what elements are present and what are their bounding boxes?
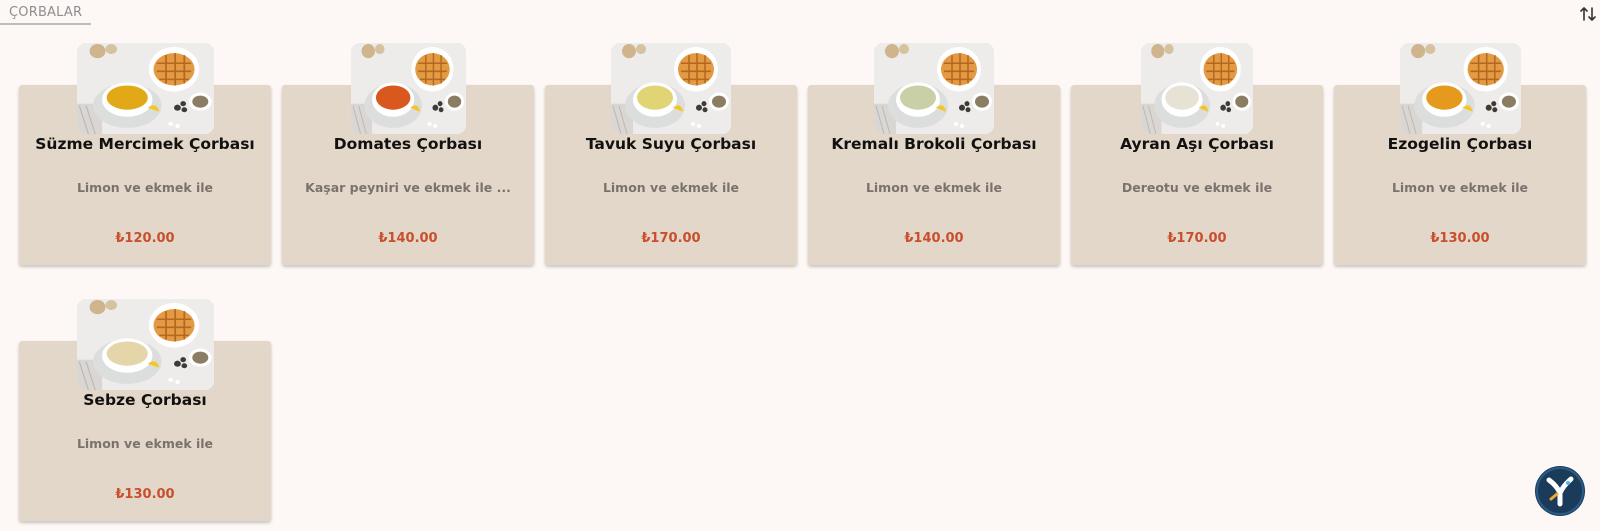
product-image [611,43,731,134]
product-card[interactable]: Sebze Çorbası Limon ve ekmek ile ₺130.00 [19,299,271,522]
product-card[interactable]: Süzme Mercimek Çorbası Limon ve ekmek il… [19,43,271,266]
product-price: ₺170.00 [641,231,701,246]
app-logo-button[interactable] [1535,466,1585,516]
product-image [351,43,466,134]
product-description: Limon ve ekmek ile [1391,180,1529,195]
product-price: ₺170.00 [1167,231,1227,246]
product-description: Dereotu ve ekmek ile [1121,180,1273,195]
product-price: ₺120.00 [115,231,175,246]
product-card[interactable]: Ayran Aşı Çorbası Dereotu ve ekmek ile ₺… [1071,43,1323,266]
product-price: ₺130.00 [1430,231,1490,246]
product-grid: Süzme Mercimek Çorbası Limon ve ekmek il… [0,0,1600,531]
product-name: Süzme Mercimek Çorbası [35,135,255,153]
product-price: ₺130.00 [115,487,175,502]
product-price: ₺140.00 [378,231,438,246]
app-logo-icon [1536,467,1584,515]
product-name: Tavuk Suyu Çorbası [585,135,757,153]
product-card[interactable]: Ezogelin Çorbası Limon ve ekmek ile ₺130… [1334,43,1586,266]
product-card[interactable]: Kremalı Brokoli Çorbası Limon ve ekmek i… [808,43,1060,266]
product-name: Domates Çorbası [333,135,483,153]
product-card[interactable]: Domates Çorbası Kaşar peyniri ve ekmek i… [282,43,534,266]
product-description: Limon ve ekmek ile [76,436,214,451]
product-name: Kremalı Brokoli Çorbası [831,135,1037,153]
product-description: Limon ve ekmek ile [602,180,740,195]
product-description: Kaşar peyniri ve ekmek ile ... [305,180,511,195]
product-image [77,43,214,134]
product-image [1400,43,1521,134]
product-name: Sebze Çorbası [83,391,207,409]
product-image [874,43,994,134]
product-name: Ayran Aşı Çorbası [1120,135,1274,153]
product-image [1141,43,1253,134]
product-image [77,299,214,390]
product-name: Ezogelin Çorbası [1387,135,1533,153]
product-price: ₺140.00 [904,231,964,246]
product-description: Limon ve ekmek ile [76,180,214,195]
product-card[interactable]: Tavuk Suyu Çorbası Limon ve ekmek ile ₺1… [545,43,797,266]
product-description: Limon ve ekmek ile [865,180,1003,195]
